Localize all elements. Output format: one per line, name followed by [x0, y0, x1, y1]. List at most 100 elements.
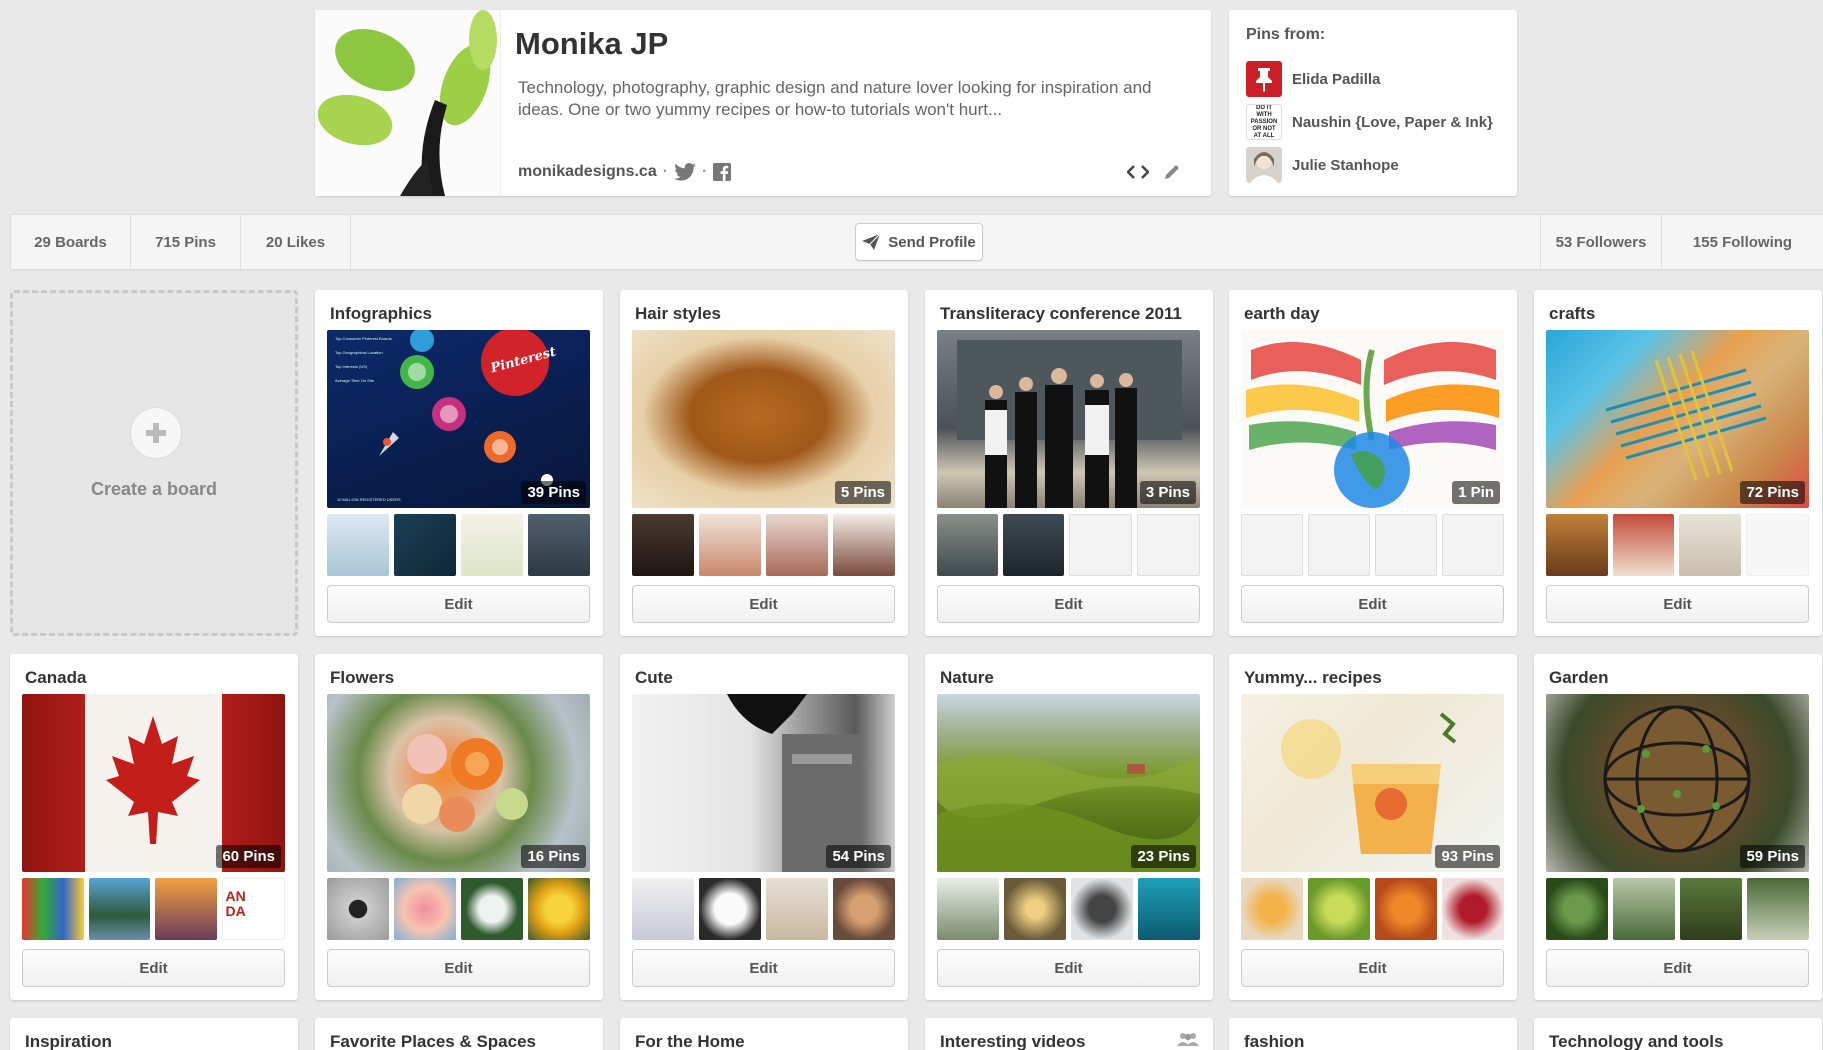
thumbnail[interactable]	[461, 514, 523, 576]
edit-board-button[interactable]: Edit	[327, 585, 590, 623]
board-cover[interactable]: 72 Pins	[1546, 330, 1809, 508]
board-title[interactable]: fashion	[1244, 1032, 1304, 1050]
thumbnail[interactable]	[937, 514, 998, 576]
thumbnail[interactable]	[1612, 514, 1674, 576]
thumbnail[interactable]	[766, 878, 828, 940]
board-card[interactable]: Technology and tools	[1534, 1018, 1822, 1050]
board-title[interactable]: Nature	[940, 668, 994, 688]
board-card[interactable]: Favorite Places & Spaces	[315, 1018, 603, 1050]
edit-board-button[interactable]: Edit	[937, 949, 1200, 987]
thumbnail[interactable]	[1680, 878, 1742, 940]
board-title[interactable]: earth day	[1244, 304, 1320, 324]
thumbnail[interactable]	[1442, 878, 1504, 940]
thumbnail[interactable]	[1003, 514, 1064, 576]
edit-board-button[interactable]: Edit	[327, 949, 590, 987]
board-cover[interactable]: 23 Pins	[937, 694, 1200, 872]
board-cover[interactable]: 1 Pin	[1241, 330, 1504, 508]
thumbnail[interactable]	[1546, 514, 1608, 576]
pencil-icon[interactable]	[1163, 163, 1181, 181]
thumbnail[interactable]	[461, 878, 523, 940]
thumbnail[interactable]: AN DA	[221, 878, 285, 940]
thumbnail[interactable]	[1071, 878, 1133, 940]
create-board-card[interactable]: Create a board	[10, 290, 298, 636]
thumbnail[interactable]	[528, 878, 590, 940]
edit-board-button[interactable]: Edit	[937, 585, 1200, 623]
thumbnail[interactable]	[1546, 878, 1608, 940]
board-card[interactable]: Canada 60 Pins AN DA Edit	[10, 654, 298, 1000]
board-title[interactable]: Yummy... recipes	[1244, 668, 1382, 688]
thumbnail[interactable]	[833, 514, 895, 576]
board-card[interactable]: Interesting videos	[925, 1018, 1213, 1050]
website-link[interactable]: monikadesigns.ca	[518, 163, 657, 181]
board-card[interactable]: crafts 72 Pins Edit	[1534, 290, 1822, 636]
edit-board-button[interactable]: Edit	[1241, 585, 1504, 623]
thumbnail[interactable]	[1679, 514, 1741, 576]
pins-from-source[interactable]: Julie Stanhope	[1246, 147, 1399, 183]
board-cover[interactable]: 59 Pins	[1546, 694, 1809, 872]
board-title[interactable]: crafts	[1549, 304, 1595, 324]
board-card[interactable]: Transliteracy conference 2011 3 Pins Edi…	[925, 290, 1213, 636]
board-title[interactable]: Canada	[25, 668, 86, 688]
boards-tab[interactable]: 29 Boards	[11, 215, 131, 269]
board-card[interactable]: Hair styles 5 Pins Edit	[620, 290, 908, 636]
board-cover[interactable]: 93 Pins	[1241, 694, 1504, 872]
thumbnail[interactable]	[1613, 878, 1675, 940]
board-title[interactable]: Infographics	[330, 304, 432, 324]
following-tab[interactable]: 155 Following	[1661, 215, 1823, 269]
board-title[interactable]: For the Home	[635, 1032, 745, 1050]
board-card[interactable]: Nature 23 Pins Edit	[925, 654, 1213, 1000]
thumbnail[interactable]	[1138, 878, 1200, 940]
board-card[interactable]: earth day 1 Pin Edit	[1229, 290, 1517, 636]
board-title[interactable]: Hair styles	[635, 304, 721, 324]
board-card[interactable]: Cute 54 Pins Edit	[620, 654, 908, 1000]
board-cover[interactable]: 16 Pins	[327, 694, 590, 872]
board-title[interactable]: Favorite Places & Spaces	[330, 1032, 536, 1050]
edit-board-button[interactable]: Edit	[22, 949, 285, 987]
twitter-icon[interactable]	[674, 163, 696, 181]
followers-tab[interactable]: 53 Followers	[1540, 215, 1661, 269]
thumbnail[interactable]	[88, 878, 150, 940]
thumbnail[interactable]	[327, 514, 389, 576]
thumbnail[interactable]	[766, 514, 828, 576]
thumbnail[interactable]	[22, 878, 84, 940]
thumbnail[interactable]	[1241, 878, 1303, 940]
board-cover[interactable]: 5 Pins	[632, 330, 895, 508]
edit-board-button[interactable]: Edit	[1241, 949, 1504, 987]
thumbnail[interactable]	[1375, 878, 1437, 940]
facebook-icon[interactable]	[713, 163, 732, 181]
board-title[interactable]: Flowers	[330, 668, 394, 688]
board-card[interactable]: Inspiration	[10, 1018, 298, 1050]
thumbnail[interactable]	[155, 878, 217, 940]
board-card[interactable]: Flowers 16 Pins Edit	[315, 654, 603, 1000]
thumbnail[interactable]	[1004, 878, 1066, 940]
likes-tab[interactable]: 20 Likes	[241, 215, 351, 269]
thumbnail[interactable]	[327, 878, 389, 940]
board-title[interactable]: Garden	[1549, 668, 1609, 688]
thumbnail[interactable]	[632, 878, 694, 940]
thumbnail[interactable]	[1745, 514, 1809, 576]
thumbnail[interactable]	[394, 514, 456, 576]
thumbnail[interactable]	[1308, 878, 1370, 940]
board-card[interactable]: For the Home	[620, 1018, 908, 1050]
edit-board-button[interactable]: Edit	[632, 585, 895, 623]
profile-avatar[interactable]	[315, 10, 501, 196]
board-title[interactable]: Technology and tools	[1549, 1032, 1723, 1050]
edit-board-button[interactable]: Edit	[1546, 949, 1809, 987]
thumbnail[interactable]	[394, 878, 456, 940]
board-card[interactable]: Garden 59 Pins Edit	[1534, 654, 1822, 1000]
board-cover[interactable]: Pinterest Top Consumer Pinterest Boards …	[327, 330, 590, 508]
thumbnail[interactable]	[528, 514, 590, 576]
board-title[interactable]: Transliteracy conference 2011	[940, 304, 1182, 324]
thumbnail[interactable]	[699, 514, 761, 576]
thumbnail[interactable]	[1747, 878, 1809, 940]
pins-from-source[interactable]: DO IT WITH PASSION OR NOT AT ALL Naushin…	[1246, 104, 1493, 140]
edit-board-button[interactable]: Edit	[632, 949, 895, 987]
pins-tab[interactable]: 715 Pins	[131, 215, 241, 269]
board-title[interactable]: Inspiration	[25, 1032, 112, 1050]
pins-from-source[interactable]: Elida Padilla	[1246, 61, 1380, 97]
board-title[interactable]: Cute	[635, 668, 673, 688]
send-profile-button[interactable]: Send Profile	[855, 223, 983, 261]
edit-board-button[interactable]: Edit	[1546, 585, 1809, 623]
board-cover[interactable]: 60 Pins	[22, 694, 285, 872]
board-card[interactable]: fashion	[1229, 1018, 1517, 1050]
